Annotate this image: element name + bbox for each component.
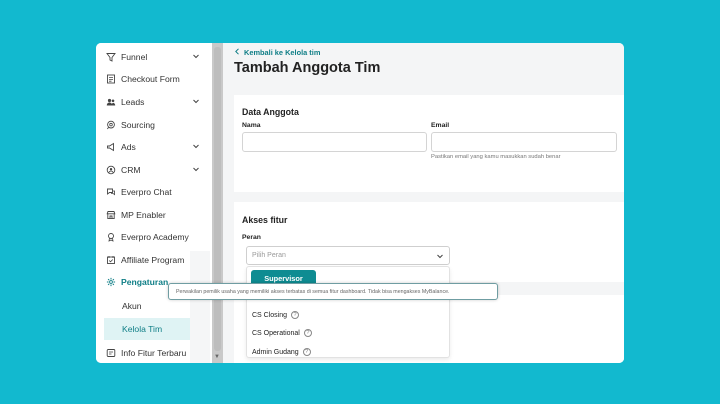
role-option-label: Admin Gudang bbox=[252, 348, 299, 356]
role-tooltip: Perwakilan pemilik usaha yang memiliki a… bbox=[168, 283, 498, 300]
crm-icon bbox=[106, 165, 116, 175]
sidebar-item-everpro-academy[interactable]: Everpro Academy bbox=[96, 228, 210, 246]
sidebar-scrollbar[interactable]: ▼ bbox=[212, 43, 223, 363]
role-label: Peran bbox=[242, 234, 261, 241]
users-icon bbox=[106, 97, 116, 107]
sidebar-item-label: Funnel bbox=[121, 52, 148, 62]
role-option-cs-operational[interactable]: CS Operational ? bbox=[252, 325, 312, 341]
sidebar-item-checkout-form[interactable]: Checkout Form bbox=[96, 70, 210, 88]
sidebar-item-ads[interactable]: Ads bbox=[96, 138, 210, 156]
role-dropdown: Supervisor CS Closing ? CS Operational ?… bbox=[246, 266, 450, 358]
chevron-down-icon bbox=[192, 52, 200, 62]
name-input[interactable] bbox=[242, 132, 427, 152]
role-option-cs-closing[interactable]: CS Closing ? bbox=[252, 307, 300, 323]
sidebar-item-sourcing[interactable]: Sourcing bbox=[96, 116, 210, 134]
chevron-down-icon bbox=[192, 97, 200, 107]
sidebar-subitem-label: Akun bbox=[122, 301, 142, 311]
sidebar-item-affiliate-program[interactable]: Affiliate Program bbox=[96, 251, 210, 269]
sidebar-item-mp-enabler[interactable]: MP Enabler bbox=[96, 206, 210, 224]
sidebar-item-label: MP Enabler bbox=[121, 210, 166, 220]
chevron-down-icon bbox=[192, 142, 200, 152]
store-icon bbox=[106, 210, 116, 220]
chevron-down-icon bbox=[192, 165, 200, 175]
sidebar-item-label: Checkout Form bbox=[121, 74, 180, 84]
email-label: Email bbox=[431, 122, 450, 129]
sidebar-item-crm[interactable]: CRM bbox=[96, 161, 210, 179]
chevron-left-icon bbox=[234, 48, 240, 57]
help-icon[interactable]: ? bbox=[291, 311, 300, 319]
sidebar-subitem-label: Kelola Tim bbox=[122, 324, 163, 334]
sidebar-item-funnel[interactable]: Funnel bbox=[96, 48, 210, 66]
role-select-placeholder: Pilih Peran bbox=[252, 252, 286, 259]
email-hint: Pastikan email yang kamu masukkan sudah … bbox=[431, 154, 561, 160]
megaphone-icon bbox=[106, 142, 116, 152]
chat-icon bbox=[106, 187, 116, 197]
sidebar-item-label: Leads bbox=[121, 97, 145, 107]
sidebar-item-label: Info Fitur Terbaru bbox=[121, 348, 187, 358]
section-title-data-anggota: Data Anggota bbox=[242, 107, 299, 117]
chevron-down-icon bbox=[436, 252, 444, 262]
back-link-label: Kembali ke Kelola tim bbox=[244, 48, 321, 57]
funnel-icon bbox=[106, 52, 116, 62]
page-title: Tambah Anggota Tim bbox=[234, 60, 381, 76]
role-select[interactable]: Pilih Peran bbox=[246, 246, 450, 265]
affiliate-icon bbox=[106, 255, 116, 265]
section-title-akses-fitur: Akses fitur bbox=[242, 215, 288, 225]
sidebar: Funnel Checkout Form Leads Sourcing Ads … bbox=[96, 43, 212, 363]
sidebar-item-info-fitur-terbaru[interactable]: Info Fitur Terbaru bbox=[96, 344, 210, 362]
role-option-label: CS Operational bbox=[252, 329, 300, 337]
sidebar-item-leads[interactable]: Leads bbox=[96, 93, 210, 111]
role-option-label: CS Closing bbox=[252, 311, 288, 319]
back-link[interactable]: Kembali ke Kelola tim bbox=[234, 48, 320, 57]
role-option-admin-gudang[interactable]: Admin Gudang ? bbox=[252, 344, 311, 360]
info-icon bbox=[106, 348, 116, 358]
sidebar-item-label: Everpro Academy bbox=[121, 232, 189, 242]
sidebar-item-label: Pengaturan bbox=[121, 277, 169, 287]
help-icon[interactable]: ? bbox=[302, 348, 311, 356]
scrollbar-thumb[interactable] bbox=[214, 47, 221, 351]
sidebar-item-label: Affiliate Program bbox=[121, 255, 185, 265]
sidebar-item-everpro-chat[interactable]: Everpro Chat bbox=[96, 183, 210, 201]
name-label: Nama bbox=[242, 122, 261, 129]
sidebar-item-label: Everpro Chat bbox=[121, 187, 172, 197]
academy-icon bbox=[106, 232, 116, 242]
gear-icon bbox=[106, 277, 116, 287]
form-icon bbox=[106, 74, 116, 84]
search-chat-icon bbox=[106, 120, 116, 130]
email-input[interactable] bbox=[431, 132, 617, 152]
sidebar-subitem-kelola-tim[interactable]: Kelola Tim bbox=[104, 318, 190, 340]
data-anggota-card: Data Anggota Nama Email Pastikan email y… bbox=[234, 95, 624, 192]
help-icon[interactable]: ? bbox=[303, 329, 312, 337]
scroll-down-arrow-icon[interactable]: ▼ bbox=[214, 354, 220, 360]
sidebar-item-label: Ads bbox=[121, 142, 136, 152]
sidebar-item-label: Sourcing bbox=[121, 120, 155, 130]
sidebar-item-label: CRM bbox=[121, 165, 141, 175]
app-window: Funnel Checkout Form Leads Sourcing Ads … bbox=[96, 43, 624, 363]
